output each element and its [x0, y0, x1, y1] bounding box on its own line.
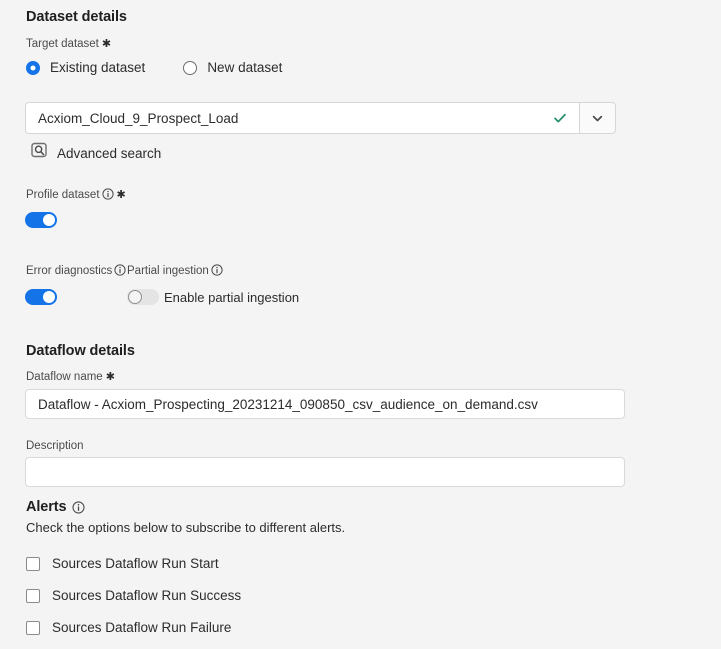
dataset-combobox[interactable]: Acxiom_Cloud_9_Prospect_Load [25, 102, 616, 134]
required-asterisk: ✱ [101, 38, 112, 50]
alert-option-run-success[interactable]: Sources Dataflow Run Success [26, 588, 241, 603]
profile-dataset-label-text: Profile dataset [26, 189, 100, 201]
partial-ingestion-toggle[interactable] [127, 289, 159, 305]
target-dataset-radio-group: Existing dataset New dataset [26, 60, 282, 75]
required-asterisk: ✱ [105, 371, 115, 383]
info-icon[interactable] [114, 264, 126, 276]
profile-dataset-label: Profile dataset ✱ [26, 188, 126, 201]
description-label: Description [26, 440, 84, 452]
dataset-combobox-field[interactable]: Acxiom_Cloud_9_Prospect_Load [25, 102, 580, 134]
target-dataset-label-text: Target dataset [26, 38, 99, 50]
dataset-details-form: Dataset details Target dataset ✱ Existing… [0, 0, 721, 649]
dataflow-details-heading: Dataflow details [26, 343, 135, 359]
dataflow-name-input[interactable] [25, 389, 625, 419]
alerts-heading-text: Alerts [26, 499, 67, 515]
profile-dataset-toggle[interactable] [25, 212, 57, 228]
advanced-search-label: Advanced search [57, 145, 162, 161]
partial-ingestion-toggle-label: Enable partial ingestion [164, 290, 300, 305]
radio-existing-dataset-label: Existing dataset [50, 60, 146, 75]
required-asterisk: ✱ [116, 189, 126, 201]
advanced-search-button[interactable]: Advanced search [31, 142, 161, 164]
partial-ingestion-label: Partial ingestion [127, 264, 223, 277]
alert-option-run-success-label: Sources Dataflow Run Success [52, 588, 242, 603]
description-input[interactable] [25, 457, 625, 487]
magnifier-box-icon [31, 142, 48, 164]
alert-option-run-failure-label: Sources Dataflow Run Failure [52, 620, 232, 635]
dataflow-name-label-text: Dataflow name [26, 371, 103, 383]
radio-existing-dataset-control[interactable] [26, 60, 40, 75]
dataset-combobox-dropdown-button[interactable] [580, 102, 616, 134]
alerts-heading: Alerts [26, 499, 85, 515]
radio-new-dataset-label: New dataset [207, 60, 283, 75]
alert-option-run-start[interactable]: Sources Dataflow Run Start [26, 556, 219, 571]
info-icon[interactable] [211, 264, 223, 276]
alert-option-run-start-label: Sources Dataflow Run Start [52, 556, 219, 571]
dataset-details-heading: Dataset details [26, 9, 127, 25]
info-icon[interactable] [101, 188, 114, 200]
checkbox-run-success[interactable] [26, 588, 40, 603]
radio-new-dataset-control[interactable] [183, 60, 198, 75]
alert-option-run-failure[interactable]: Sources Dataflow Run Failure [26, 620, 231, 635]
error-diagnostics-toggle[interactable] [25, 289, 57, 305]
alerts-subtitle: Check the options below to subscribe to … [26, 520, 346, 535]
dataset-combobox-value: Acxiom_Cloud_9_Prospect_Load [38, 110, 239, 126]
error-diagnostics-label: Error diagnostics [26, 264, 126, 277]
info-icon[interactable] [71, 501, 85, 514]
error-diagnostics-label-text: Error diagnostics [26, 265, 113, 277]
checkbox-run-failure[interactable] [26, 620, 40, 635]
checkbox-run-start[interactable] [26, 556, 40, 571]
radio-new-dataset[interactable]: New dataset [183, 60, 282, 75]
chevron-down-icon [592, 115, 603, 121]
dataflow-name-label: Dataflow name ✱ [26, 371, 115, 383]
target-dataset-label: Target dataset ✱ [26, 38, 111, 50]
radio-existing-dataset[interactable]: Existing dataset [26, 60, 145, 75]
checkmark-icon [553, 111, 567, 125]
partial-ingestion-label-text: Partial ingestion [127, 265, 209, 277]
